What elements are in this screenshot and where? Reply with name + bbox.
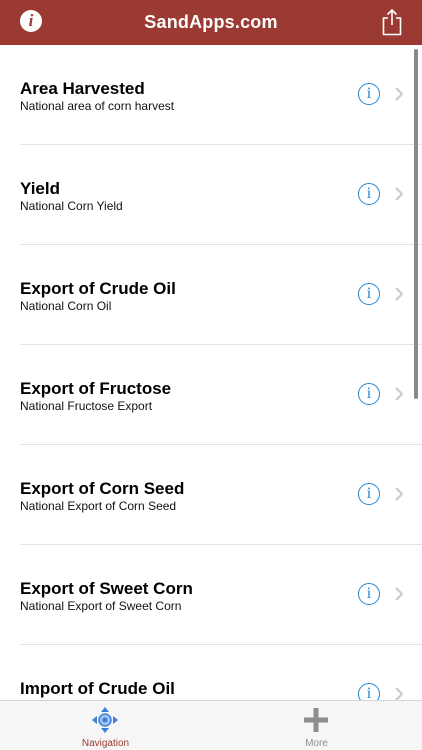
chevron-right-icon [395, 587, 404, 601]
item-subtitle: National Fructose Export [20, 399, 153, 413]
list-item[interactable]: Export of Crude Oil National Corn Oil i [20, 245, 422, 345]
info-icon[interactable]: i [358, 183, 380, 205]
tab-label: Navigation [81, 738, 130, 749]
tab-more[interactable]: More [211, 701, 422, 750]
item-title: Export of Fructose [20, 379, 172, 398]
chevron-right-icon [395, 487, 404, 501]
item-subtitle: National Export of Corn Seed [20, 499, 177, 513]
report-list: Area Harvested National area of corn har… [0, 45, 422, 700]
chevron-right-icon [395, 287, 404, 301]
item-subtitle: National Corn Yield [20, 199, 123, 213]
scrollbar[interactable] [414, 49, 418, 399]
item-title: Export of Sweet Corn [20, 579, 193, 598]
item-title: Export of Corn Seed [20, 479, 185, 498]
item-title: Yield [20, 179, 60, 198]
info-icon[interactable]: i [358, 383, 380, 405]
chevron-right-icon [395, 387, 404, 401]
plus-icon [304, 708, 328, 732]
chevron-right-icon [395, 687, 404, 700]
list-item[interactable]: Export of Sweet Corn National Export of … [20, 545, 422, 645]
info-icon[interactable]: i [358, 583, 380, 605]
info-icon[interactable]: i [358, 283, 380, 305]
chevron-right-icon [395, 87, 404, 101]
tab-navigation[interactable]: Navigation [0, 701, 211, 750]
tab-label: More [305, 738, 328, 749]
item-title: Area Harvested [20, 79, 145, 98]
item-title: Export of Crude Oil [20, 279, 176, 298]
list-item[interactable]: Area Harvested National area of corn har… [20, 45, 422, 145]
list-item[interactable]: Yield National Corn Yield i [20, 145, 422, 245]
info-icon[interactable]: i [358, 483, 380, 505]
app-title: SandApps.com [144, 12, 278, 32]
share-icon[interactable] [381, 8, 403, 36]
info-icon[interactable]: i [358, 83, 380, 105]
item-subtitle: National Corn Oil [20, 299, 112, 313]
info-icon[interactable]: i [358, 683, 380, 700]
tab-bar: Navigation More [0, 700, 422, 750]
top-bar: i SandApps.com [0, 0, 422, 45]
list-item[interactable]: Export of Fructose National Fructose Exp… [20, 345, 422, 445]
list-item[interactable]: Import of Crude Oil i [20, 645, 422, 700]
chevron-right-icon [395, 187, 404, 201]
app-screen: i SandApps.com Area Harvested National a… [0, 0, 422, 750]
item-subtitle: National area of corn harvest [20, 99, 175, 113]
item-title: Import of Crude Oil [20, 679, 175, 698]
navigation-icon [92, 707, 118, 733]
list-item[interactable]: Export of Corn Seed National Export of C… [20, 445, 422, 545]
item-subtitle: National Export of Sweet Corn [20, 599, 182, 613]
